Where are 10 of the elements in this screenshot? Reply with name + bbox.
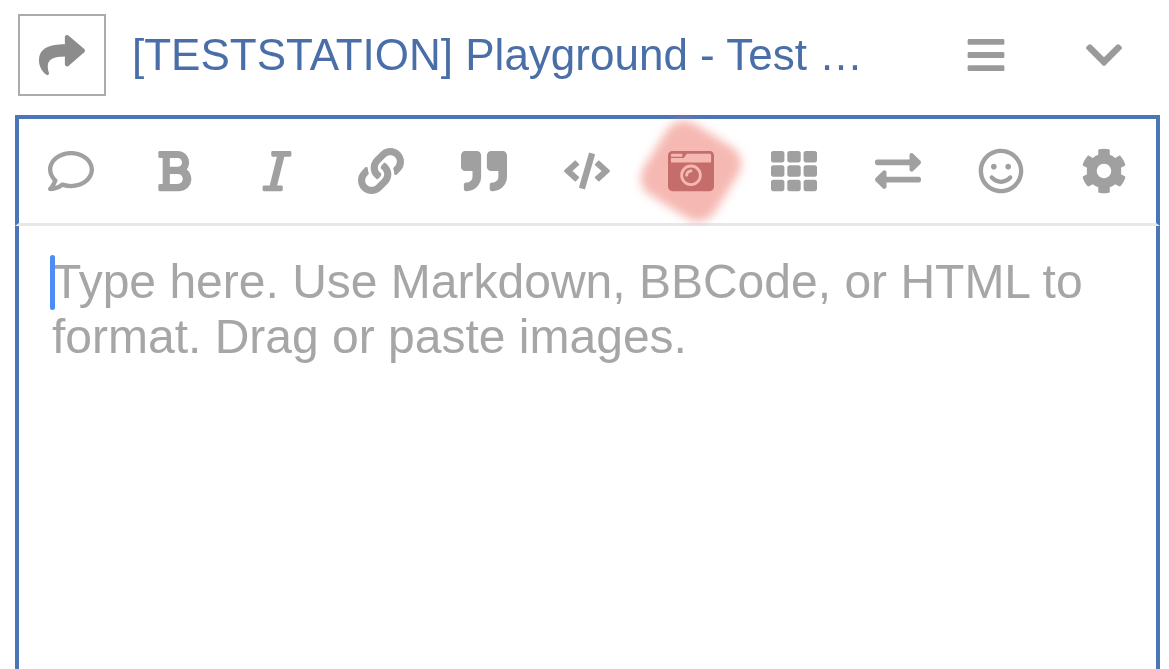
camera-icon [667,148,714,194]
link-icon [357,148,404,194]
quote-icon [461,148,508,194]
settings-icon [1081,148,1128,194]
topic-title-link[interactable]: [TESTSTATION] Playground - Test … [132,29,864,81]
grid-icon [771,148,818,194]
reply-button[interactable] [18,14,106,96]
speech-bubble-icon [47,148,94,194]
smiley-icon [977,148,1024,194]
curved-arrow-icon [39,32,85,78]
